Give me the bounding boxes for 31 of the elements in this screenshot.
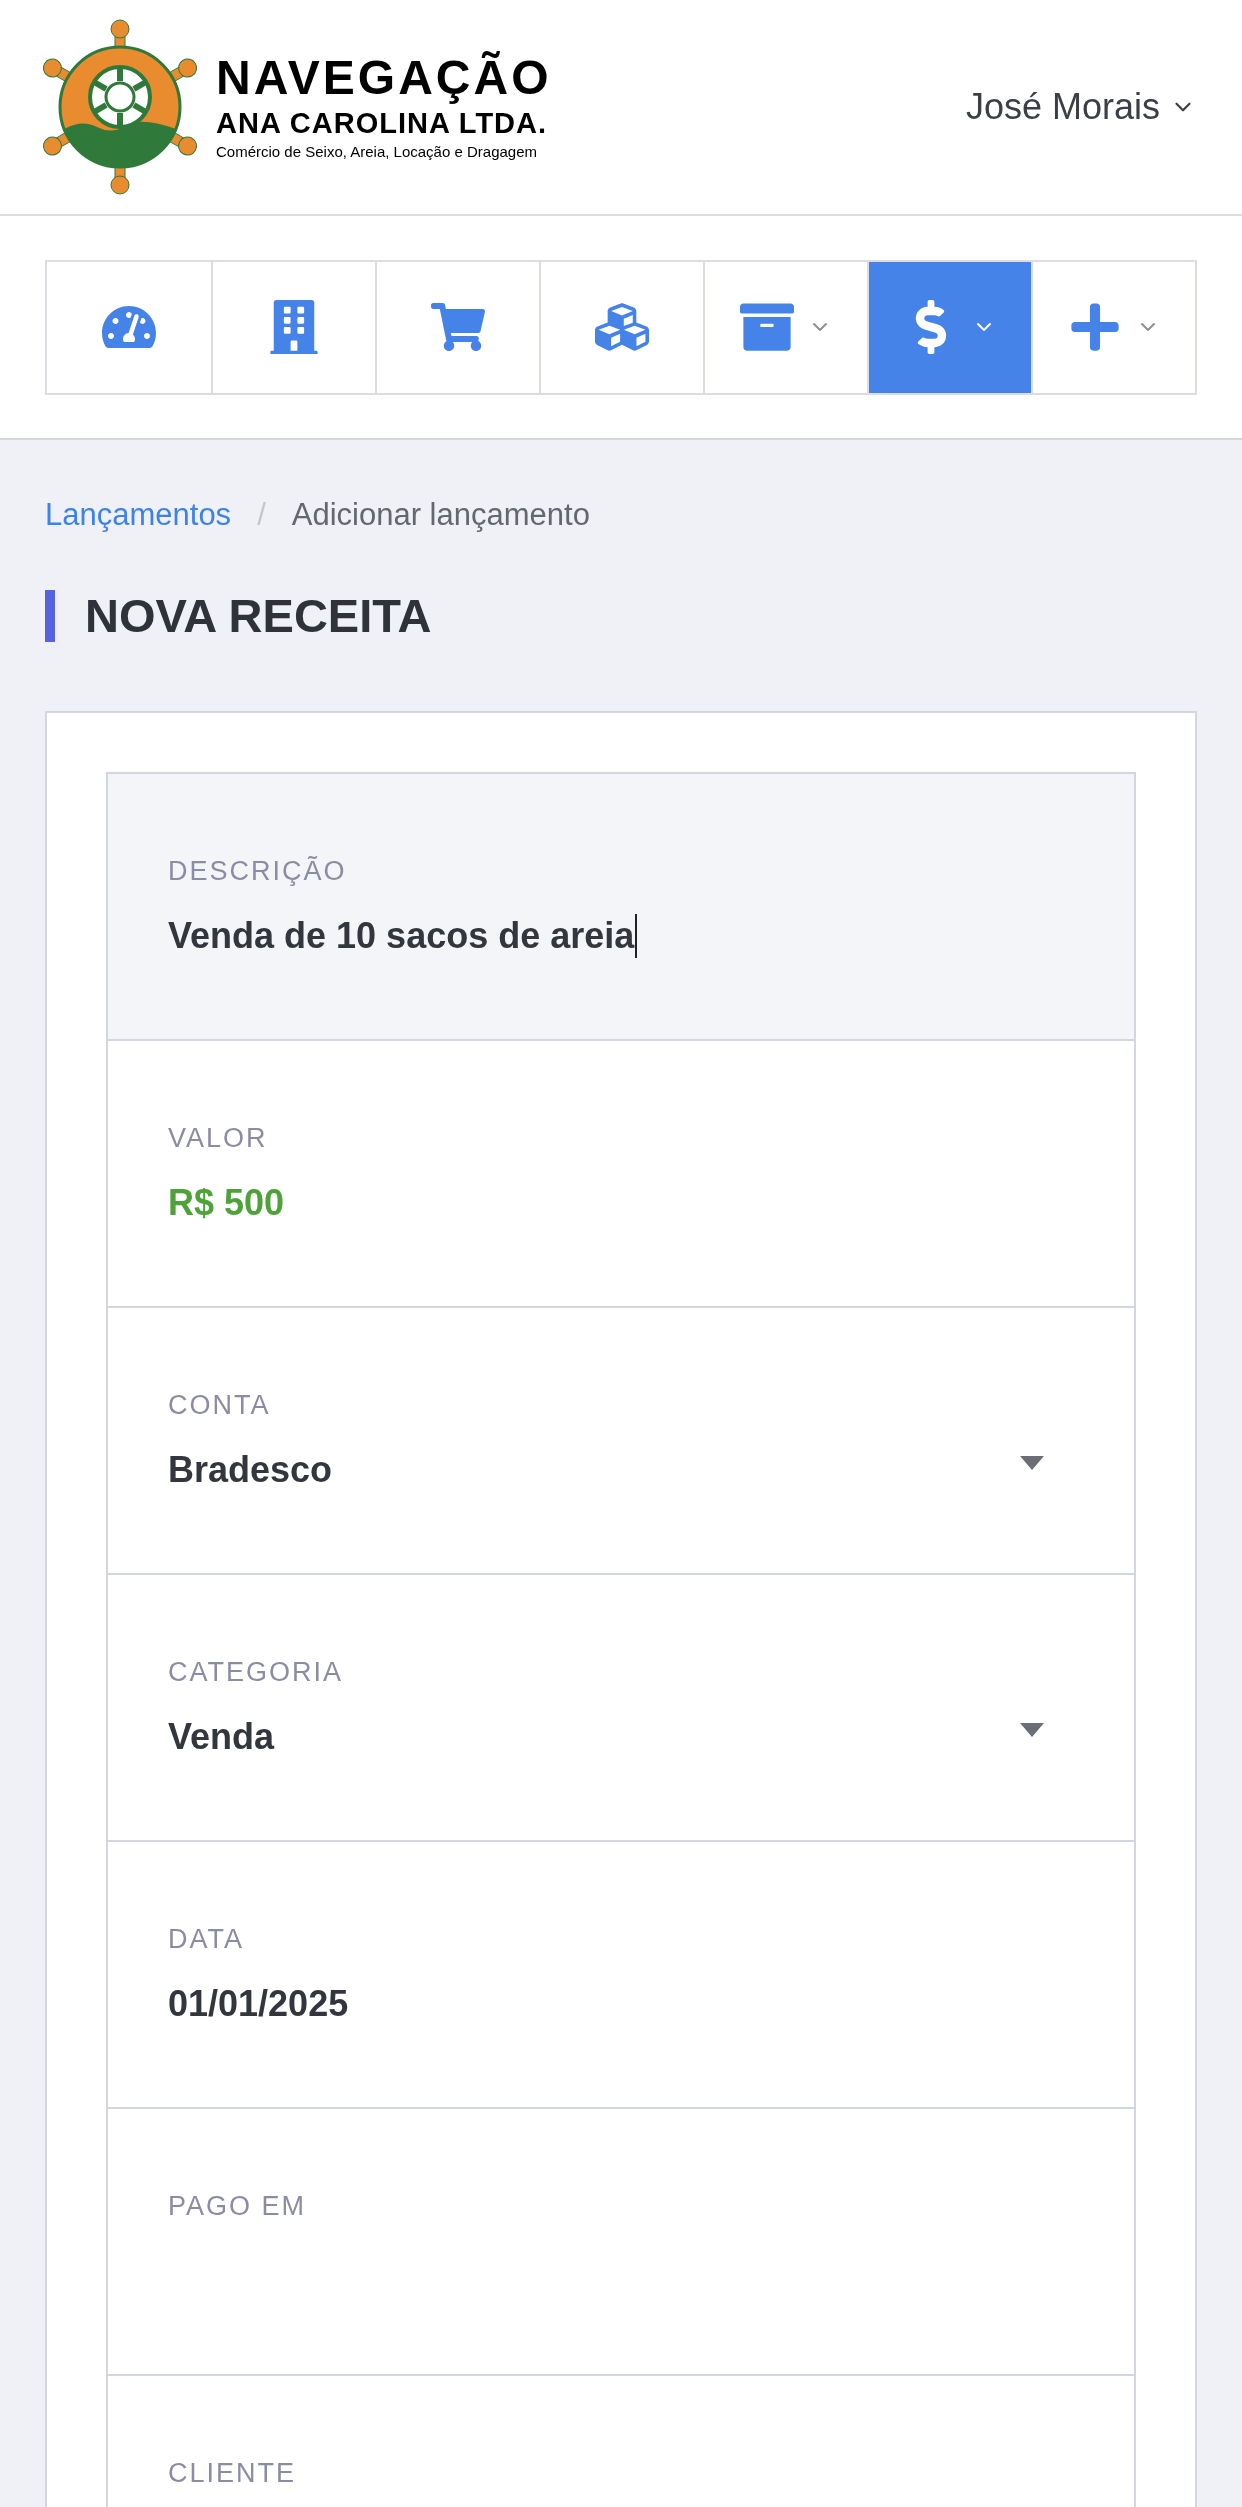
logo-tagline: Comércio de Seixo, Areia, Locação e Dragagem bbox=[216, 142, 538, 162]
ship-wheel-logo-icon bbox=[42, 19, 198, 195]
breadcrumb-separator: / bbox=[257, 496, 266, 534]
field-value: Venda bbox=[168, 1715, 275, 1759]
page-title: NOVA RECEITA bbox=[85, 587, 432, 644]
nav-tab[interactable] bbox=[867, 261, 1031, 393]
field-value: 01/01/2025 bbox=[168, 1982, 349, 2026]
field-label: CONTA bbox=[168, 1389, 272, 1422]
text-cursor bbox=[635, 914, 638, 958]
archive-box-icon bbox=[740, 300, 794, 354]
field-label: CLIENTE bbox=[168, 2457, 298, 2490]
field-value: Bradesco bbox=[168, 1448, 333, 1492]
plus-icon bbox=[1068, 300, 1122, 354]
cart-icon bbox=[431, 300, 485, 354]
logo-title: NAVEGAÇÃO bbox=[216, 51, 552, 105]
dropdown-caret-icon bbox=[1020, 1723, 1044, 1737]
field-label: CATEGORIA bbox=[168, 1656, 345, 1689]
breadcrumb-current: Adicionar lançamento bbox=[291, 496, 590, 534]
field-label: DESCRIÇÃO bbox=[168, 855, 348, 888]
field-label: PAGO EM bbox=[168, 2190, 308, 2223]
field-label: VALOR bbox=[168, 1122, 269, 1155]
logo-subtitle: ANA CAROLINA LTDA. bbox=[216, 106, 549, 141]
building-icon bbox=[267, 300, 321, 354]
field-label: DATA bbox=[168, 1923, 245, 1956]
field-value: Venda de 10 sacos de areia bbox=[168, 914, 635, 958]
cubes-icon bbox=[595, 300, 649, 354]
dropdown-caret-icon bbox=[1020, 1456, 1044, 1470]
user-menu[interactable]: José Morais bbox=[965, 80, 1196, 134]
input-field[interactable]: DESCRIÇÃO Venda de 10 sacos de areia bbox=[108, 774, 1134, 1041]
field-value: R$ 500 bbox=[168, 1181, 285, 1225]
title-accent-bar bbox=[45, 589, 55, 642]
